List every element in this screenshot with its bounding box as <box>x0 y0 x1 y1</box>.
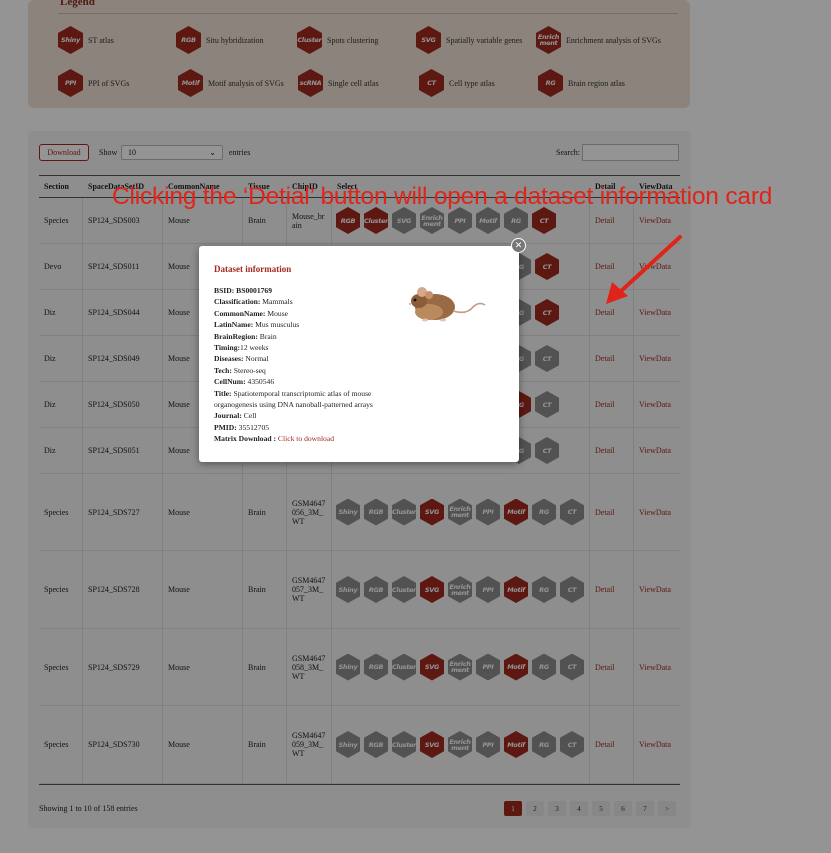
info-value: Brain <box>257 331 277 341</box>
info-value: Mammals <box>260 297 293 307</box>
info-brainregion: BrainRegion: Brain <box>214 331 414 342</box>
info-key: Diseases: <box>214 354 244 364</box>
annotation-text: Clicking the ‘Detial’ button will open a… <box>112 183 773 210</box>
info-key: Timing: <box>214 343 241 353</box>
info-key: Tech: <box>214 365 232 375</box>
info-timing: Timing:12 weeks <box>214 342 414 353</box>
info-value: Spatiotemporal transcriptomic atlas of m… <box>214 388 373 410</box>
info-value: Mus musculus <box>253 320 300 330</box>
info-tech: Tech: Stereo-seq <box>214 365 414 376</box>
info-value: Normal <box>243 354 269 364</box>
info-classification: Classification: Mammals <box>214 296 414 307</box>
info-latinname: LatinName: Mus musculus <box>214 319 414 330</box>
annotation-arrow-icon <box>606 235 682 304</box>
info-pmid: PMID: 35512705 <box>214 422 414 433</box>
info-key: CommonName: <box>214 308 266 318</box>
info-key: BrainRegion: <box>214 331 258 341</box>
close-icon[interactable]: ✕ <box>511 238 526 253</box>
info-value: BS0001769 <box>234 286 273 295</box>
info-matrix-download: Matrix Download : Click to download <box>214 433 414 444</box>
modal-body: BSID: BS0001769 Classification: Mammals Co… <box>214 285 414 445</box>
info-key: PMID: <box>214 422 237 432</box>
info-cellnum: CellNum: 4350546 <box>214 376 414 387</box>
info-value: Cell <box>241 411 257 421</box>
info-key: Title: <box>214 388 232 398</box>
info-value: Stereo-seq <box>231 365 266 375</box>
info-title: Title: Spatiotemporal transcriptomic atl… <box>214 388 414 411</box>
info-value: 4350546 <box>245 377 275 387</box>
info-key: Journal: <box>214 411 242 421</box>
info-bsid: BSID: BS0001769 <box>214 285 414 296</box>
info-commonname: CommonName: Mouse <box>214 308 414 319</box>
info-diseases: Diseases: Normal <box>214 353 414 364</box>
info-key: BSID: <box>214 286 235 295</box>
info-journal: Journal: Cell <box>214 410 414 421</box>
info-value: Mouse <box>265 308 289 318</box>
dataset-info-card: Dataset information BSID: BS0001769 Class… <box>199 246 519 462</box>
info-key: Classification: <box>214 297 261 307</box>
info-value: 35512705 <box>236 422 270 432</box>
modal-title: Dataset information <box>214 264 292 274</box>
mouse-photo <box>408 287 486 322</box>
info-key: CellNum: <box>214 377 246 387</box>
info-key: LatinName: <box>214 320 254 330</box>
info-key: Matrix Download : <box>214 434 277 444</box>
download-link[interactable]: Click to download <box>278 434 334 443</box>
info-value: 12 weeks <box>240 343 269 353</box>
